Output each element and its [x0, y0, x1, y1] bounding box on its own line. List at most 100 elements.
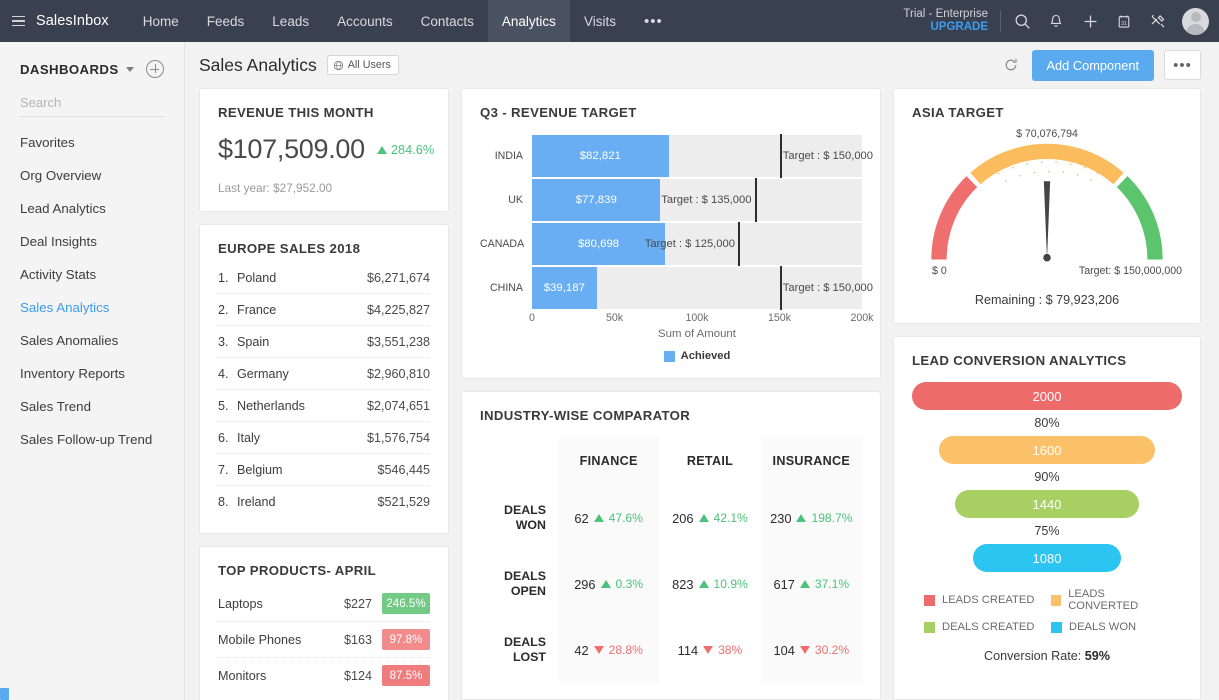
funnel-step-rate: 75% — [1034, 524, 1060, 538]
revenue-amount: $107,509.00 — [218, 134, 365, 164]
main-content: Sales Analytics All Users Add Component … — [185, 42, 1219, 700]
funnel-stage-1: 2000 — [912, 382, 1182, 410]
list-item: 1. Poland $6,271,674 — [218, 262, 430, 294]
status-badge: 97.8% — [382, 629, 430, 650]
top-products-card: TOP PRODUCTS- APRIL Laptops $227 246.5% Mob… — [199, 546, 449, 700]
toolbar-more-button[interactable]: ••• — [1164, 50, 1201, 80]
comparator-value-cell: 206 42.1% — [659, 485, 760, 551]
add-dashboard-button[interactable] — [146, 60, 164, 78]
bullet-target-label: Target : $ 125,000 — [644, 238, 735, 250]
funnel-step-rate: 80% — [1034, 416, 1060, 430]
comparator-value-cell: 104 30.2% — [760, 617, 862, 683]
all-users-label: All Users — [347, 59, 391, 71]
comparator-corner — [480, 437, 558, 485]
conversion-rate-value: 59% — [1084, 649, 1111, 663]
product-name: Laptops — [218, 596, 263, 611]
page-toolbar: Sales Analytics All Users Add Component … — [185, 42, 1219, 88]
page-title: Sales Analytics — [199, 54, 317, 75]
sidebar-item-sales-analytics[interactable]: Sales Analytics — [20, 291, 164, 324]
tools-icon[interactable] — [1141, 0, 1175, 42]
trend-up-icon — [799, 580, 810, 588]
country-value: $521,529 — [377, 494, 430, 509]
nav-tab-accounts[interactable]: Accounts — [323, 0, 407, 42]
sidebar-item-org-overview[interactable]: Org Overview — [20, 159, 164, 192]
comparator-percent: 30.2% — [814, 643, 850, 657]
lead-conversion-card: LEAD CONVERSION ANALYTICS 2000 80% 1600 90%… — [893, 336, 1201, 700]
top-products-list: Laptops $227 246.5% Mobile Phones $163 97.8% M… — [218, 586, 430, 693]
search-icon[interactable] — [1005, 0, 1039, 42]
bullet-track: $80,698 Target : $ 125,000 — [532, 222, 862, 266]
sidebar-item-inventory-reports[interactable]: Inventory Reports — [20, 357, 164, 390]
comparator-percent: 28.8% — [608, 643, 643, 657]
comparator-row-label: DEALS WON — [504, 502, 546, 532]
all-users-filter[interactable]: All Users — [326, 55, 399, 75]
rank-label: 6. — [218, 430, 229, 445]
sidebar-item-sales-trend[interactable]: Sales Trend — [20, 390, 164, 423]
revenue-delta: 284.6% — [376, 142, 434, 157]
refresh-icon[interactable] — [1000, 54, 1022, 76]
add-component-button[interactable]: Add Component — [1031, 49, 1154, 81]
hamburger-icon[interactable] — [0, 15, 36, 27]
nav-tab-feeds[interactable]: Feeds — [193, 0, 259, 42]
country-name: Spain — [237, 334, 270, 349]
bullet-chart-x-axis: 0 50k 100k 150k 200k — [529, 310, 873, 328]
bell-icon[interactable] — [1039, 0, 1073, 42]
country-value: $1,576,754 — [366, 430, 430, 445]
bullet-target-line — [738, 222, 741, 266]
conversion-rate: Conversion Rate: 59% — [912, 649, 1182, 663]
nav-tab-analytics[interactable]: Analytics — [487, 0, 570, 42]
nav-tab-leads[interactable]: Leads — [258, 0, 323, 42]
industry-comparator-card: INDUSTRY-WISE COMPARATOR FINANCE RETAIL IN… — [461, 391, 881, 700]
comparator-count: 62 — [574, 510, 589, 526]
legend-swatch — [924, 594, 935, 606]
rank-label: 4. — [218, 366, 229, 381]
plus-icon[interactable] — [1073, 0, 1107, 42]
upgrade-link[interactable]: UPGRADE — [903, 21, 988, 34]
sidebar-item-deal-insights[interactable]: Deal Insights — [20, 225, 164, 258]
trend-up-icon — [593, 514, 604, 522]
nav-tab-contacts[interactable]: Contacts — [407, 0, 488, 42]
chevron-down-icon[interactable] — [125, 66, 134, 72]
country-value: $6,271,674 — [366, 270, 430, 285]
nav-more-button[interactable]: ••• — [630, 13, 677, 30]
comparator-value-cell: 62 47.6% — [558, 485, 660, 551]
sidebar-item-sales-anomalies[interactable]: Sales Anomalies — [20, 324, 164, 357]
comparator-value-cell: 42 28.8% — [558, 617, 660, 683]
sidebar-item-activity-stats[interactable]: Activity Stats — [20, 258, 164, 291]
funnel-legend-item: DEALS WON — [1051, 621, 1170, 633]
funnel-step-rate: 90% — [1034, 470, 1060, 484]
toolbar-actions: Add Component ••• — [1000, 49, 1201, 81]
rank-label: 3. — [218, 334, 229, 349]
trend-down-icon — [593, 646, 604, 654]
country-value: $2,074,651 — [366, 398, 430, 413]
gauge-svg — [931, 143, 1163, 262]
comparator-count: 104 — [773, 642, 795, 658]
nav-right-group: Trial - Enterprise UPGRADE 31 — [903, 0, 1219, 42]
sidebar-item-lead-analytics[interactable]: Lead Analytics — [20, 192, 164, 225]
legend-swatch-achieved — [663, 350, 675, 362]
nav-tab-home[interactable]: Home — [129, 0, 193, 42]
country-name: Netherlands — [237, 398, 305, 413]
comparator-count: 296 — [574, 576, 596, 592]
legend-label: LEADS CONVERTED — [1068, 588, 1139, 612]
app-brand[interactable]: SalesInbox — [36, 13, 115, 29]
country-name: Poland — [237, 270, 277, 285]
x-axis-tick: 150k — [768, 312, 791, 324]
calendar-icon[interactable]: 31 — [1107, 0, 1141, 42]
gauge-card-title: ASIA TARGET — [912, 105, 1004, 120]
legend-label-achieved: Achieved — [680, 350, 731, 362]
rank-label: 2. — [218, 302, 229, 317]
nav-tab-visits[interactable]: Visits — [570, 0, 630, 42]
search-input[interactable] — [20, 91, 164, 117]
comparator-percent: 38% — [718, 643, 743, 657]
product-value: $124 — [343, 668, 372, 683]
rank-label: 7. — [218, 462, 229, 477]
avatar[interactable] — [1182, 7, 1209, 35]
sidebar-item-sales-follow-up-trend[interactable]: Sales Follow-up Trend — [20, 423, 164, 456]
rank-label: 8. — [218, 494, 229, 509]
sidebar-item-favorites[interactable]: Favorites — [20, 117, 164, 159]
comparator-percent: 42.1% — [713, 511, 748, 525]
list-item: 4. Germany $2,960,810 — [218, 358, 430, 390]
comparator-count: 823 — [672, 576, 694, 592]
country-value: $546,445 — [377, 462, 430, 477]
